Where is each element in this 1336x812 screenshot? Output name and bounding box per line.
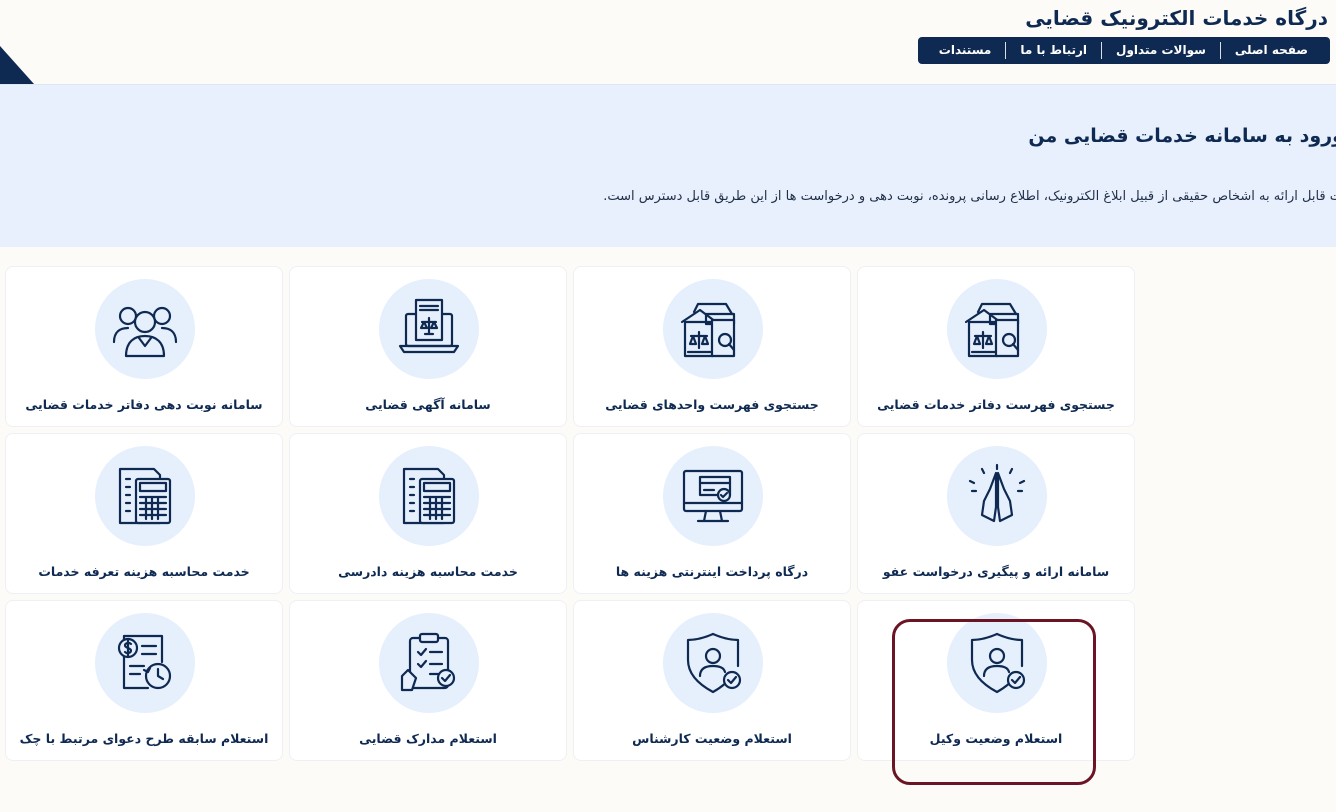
service-card-label: درگاه پرداخت اینترنتی هزینه ها [574,564,850,579]
hero-banner: ورود به سامانه خدمات قضایی من ت قابل ارا… [0,84,1336,247]
service-card-label: جستجوی فهرست دفاتر خدمات قضایی [858,397,1134,412]
icon-circle [95,446,195,546]
service-card-litigation-cost[interactable]: خدمت محاسبه هزینه دادرسی [289,433,567,594]
nav-docs[interactable]: مستندات [925,42,1006,59]
service-card-label: سامانه نوبت دهی دفاتر خدمات قضایی [6,397,282,412]
hero-title: ورود به سامانه خدمات قضایی من [1028,125,1336,147]
icon-circle [95,613,195,713]
icon-circle [379,446,479,546]
users-group-icon [108,292,182,366]
service-card-label: خدمت محاسبه هزینه دادرسی [290,564,566,579]
site-header: درگاه خدمات الکترونیک قضایی صفحه اصلی سو… [0,0,1336,84]
main-nav: صفحه اصلی سوالات متداول ارتباط با ما مست… [918,37,1330,64]
service-card-judicial-documents[interactable]: استعلام مدارک قضایی [289,600,567,761]
cheque-history-icon [108,626,182,700]
service-card-label: جستجوی فهرست واحدهای قضایی [574,397,850,412]
service-card-units-search[interactable]: جستجوی فهرست واحدهای قضایی [573,266,851,427]
icon-circle [947,446,1047,546]
icon-circle [663,446,763,546]
icon-circle [95,279,195,379]
service-card-label: خدمت محاسبه هزینه تعرفه خدمات [6,564,282,579]
clipboard-check-icon [392,626,466,700]
nav-divider [1005,42,1006,59]
icon-circle [947,613,1047,713]
shield-user-check-icon [676,626,750,700]
service-card-pardon-request[interactable]: سامانه ارائه و پیگیری درخواست عفو [857,433,1135,594]
monitor-payment-icon [676,459,750,533]
nav-divider [1220,42,1221,59]
icon-circle [663,279,763,379]
shield-user-check-icon [960,626,1034,700]
building-search-icon [676,292,750,366]
service-card-judicial-ads[interactable]: سامانه آگهی قضایی [289,266,567,427]
service-card-label: استعلام مدارک قضایی [290,731,566,746]
icon-circle [947,279,1047,379]
praying-hands-icon [960,459,1034,533]
corner-decoration-icon [0,40,34,84]
service-card-label: استعلام سابقه طرح دعوای مرتبط با چک [6,731,282,746]
service-card-label: سامانه ارائه و پیگیری درخواست عفو [858,564,1134,579]
icon-circle [379,279,479,379]
nav-contact[interactable]: ارتباط با ما [1006,42,1101,59]
service-card-label: سامانه آگهی قضایی [290,397,566,412]
building-search-icon [960,292,1034,366]
service-card-cheque-history[interactable]: استعلام سابقه طرح دعوای مرتبط با چک [5,600,283,761]
nav-faq[interactable]: سوالات متداول [1102,42,1220,59]
nav-home[interactable]: صفحه اصلی [1221,42,1322,59]
service-card-offices-search[interactable]: جستجوی فهرست دفاتر خدمات قضایی [857,266,1135,427]
laptop-document-icon [392,292,466,366]
service-card-label: استعلام وضعیت کارشناس [574,731,850,746]
nav-divider [1101,42,1102,59]
icon-circle [663,613,763,713]
calculator-document-icon [108,459,182,533]
service-card-online-payment[interactable]: درگاه پرداخت اینترنتی هزینه ها [573,433,851,594]
service-card-appointments[interactable]: سامانه نوبت دهی دفاتر خدمات قضایی [5,266,283,427]
service-card-label: استعلام وضعیت وکیل [858,731,1134,746]
icon-circle [379,613,479,713]
hero-description: ت قابل ارائه به اشخاص حقیقی از قبیل ابلا… [603,189,1336,204]
service-card-lawyer-status[interactable]: استعلام وضعیت وکیل [857,600,1135,761]
service-card-expert-status[interactable]: استعلام وضعیت کارشناس [573,600,851,761]
site-title: درگاه خدمات الکترونیک قضایی [1025,6,1328,30]
service-card-tariff-cost[interactable]: خدمت محاسبه هزینه تعرفه خدمات [5,433,283,594]
calculator-document-icon [392,459,466,533]
